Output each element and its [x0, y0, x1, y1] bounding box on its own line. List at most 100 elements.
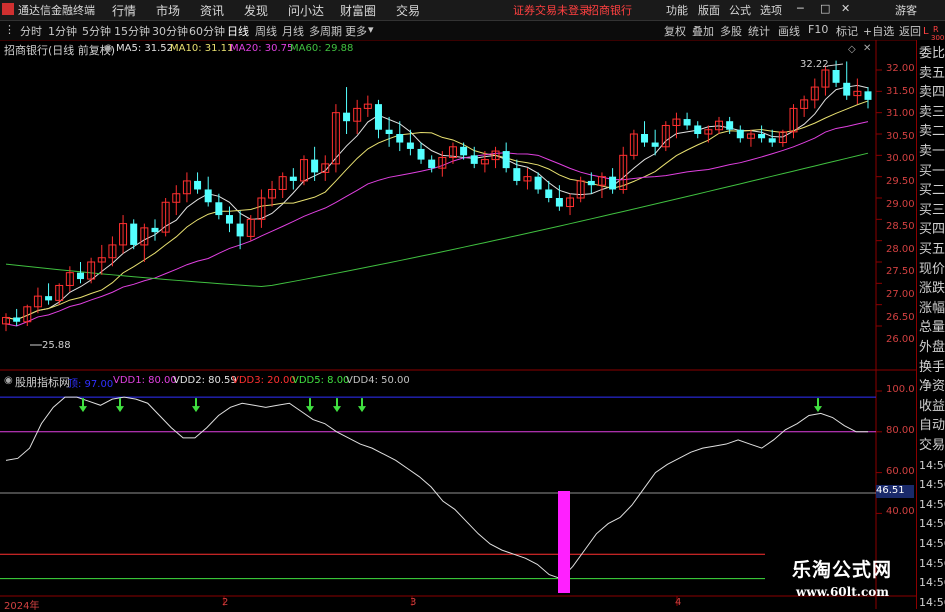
side-item: 涨幅 [919, 300, 945, 316]
panel-close-icon[interactable]: ✕ [863, 43, 871, 54]
candle-body-down [406, 142, 414, 149]
menu-item-layout[interactable]: 版面 [698, 2, 720, 18]
candle-body-down [513, 168, 521, 181]
side-item: 卖三 [919, 104, 945, 120]
tab-1min[interactable]: 1分钟 [48, 23, 77, 39]
minimize-icon[interactable]: ─ [797, 2, 804, 15]
menu-item-wealth[interactable]: 财富圈 [340, 2, 376, 19]
x-label-feb: 2 [222, 597, 229, 608]
side-item: 14:56 [919, 537, 945, 550]
candle-body-down [768, 138, 776, 143]
tab-15min[interactable]: 15分钟 [114, 23, 150, 39]
add-watchlist-button[interactable]: +自选 [863, 23, 894, 39]
menu-item-discover[interactable]: 发现 [244, 2, 268, 19]
indicator-current-value: 46.51 [876, 485, 914, 498]
candle-body-down [289, 176, 297, 181]
side-item: 委比 [919, 46, 945, 61]
price-y-tick: 28.50 [886, 221, 915, 233]
side-item: 14:56 [919, 478, 945, 492]
side-item: 自动 [919, 418, 945, 434]
price-panel-title: 招商银行(日线 前复权) [4, 44, 116, 57]
chevron-down-icon[interactable]: ▾ [368, 23, 374, 36]
down-arrow-icon [192, 406, 200, 413]
candle-body-down [736, 129, 744, 139]
down-arrow-icon [306, 406, 314, 413]
f10-button[interactable]: F10 [808, 23, 828, 36]
diamond-icon[interactable]: ◇ [848, 44, 856, 55]
price-y-tick: 31.00 [886, 108, 915, 120]
login-notice[interactable]: 证券交易未登录 [513, 2, 590, 18]
draw-line-button[interactable]: 画线 [778, 23, 800, 39]
tab-30min[interactable]: 30分钟 [152, 23, 188, 39]
price-y-tick: 27.00 [886, 289, 915, 300]
ind-vdd4-label: VDD4: 50.00 [346, 375, 410, 386]
ma60-label: MA60: 29.88 [290, 43, 354, 54]
maximize-icon[interactable]: □ [820, 2, 830, 15]
side-item: 14:56 [919, 576, 945, 590]
candle-body-down [428, 159, 436, 169]
quote-side-panel: L R 300 委比 卖五 卖四 卖三 卖二 卖一 买一 买二 买三 买四 买五 现价 涨跌 涨幅 总量 外盘… [916, 25, 945, 609]
guest-label[interactable]: 游客 [895, 2, 917, 18]
high-price-mark: 32.22 [800, 59, 829, 70]
menu-item-options[interactable]: 选项 [760, 2, 782, 18]
side-item: 卖二 [919, 124, 945, 140]
tab-daily[interactable]: 日线 [227, 23, 249, 39]
tab-multi-period[interactable]: 多周期 [309, 23, 342, 39]
ind-top-label: 顶: 97.00 [68, 379, 114, 390]
multi-stock-button[interactable]: 多股 [720, 23, 742, 39]
tab-more[interactable]: 更多 [345, 23, 367, 39]
buy-signal-bar [558, 491, 570, 593]
side-item: 买五 [919, 242, 945, 257]
side-item: 总量 [919, 320, 945, 336]
price-y-tick: 30.00 [886, 153, 915, 165]
down-arrow-icon [814, 406, 822, 413]
tab-monthly[interactable]: 月线 [282, 23, 304, 39]
tab-intraday[interactable]: 分时 [20, 23, 42, 39]
low-price-mark: 25.88 [42, 340, 71, 351]
side-item: 14:56 [919, 517, 945, 531]
side-top-num: 300 [931, 34, 945, 42]
toolbar-menu-icon[interactable]: ⋮ [4, 23, 15, 36]
candle-body-down [534, 176, 542, 190]
x-label-apr: 4 [675, 597, 682, 608]
candle-body-down [13, 317, 21, 322]
menu-item-quotes[interactable]: 行情 [112, 2, 136, 19]
adjust-button[interactable]: 复权 [664, 23, 686, 39]
ma60-line [5, 152, 869, 288]
mark-button[interactable]: 标记 [836, 23, 858, 39]
menu-bar: 通达信金融终端 行情 市场 资讯 发现 问小达 财富圈 交易 证券交易未登录 招… [0, 0, 945, 21]
chart-area[interactable] [0, 40, 916, 609]
price-y-tick: 32.00 [886, 63, 915, 74]
ma5-line [5, 84, 869, 321]
back-button[interactable]: 返回 [899, 23, 921, 39]
side-top-mark: L [923, 26, 929, 37]
candlesticks [2, 60, 872, 332]
side-item: 现价 [919, 261, 945, 277]
ind-vdd5-label: VDD5: 8.00 [292, 375, 350, 386]
overlay-button[interactable]: 叠加 [692, 23, 714, 39]
candle-body-down [130, 223, 138, 245]
candle-body-down [343, 112, 351, 122]
watermark-title: 乐淘公式网 [792, 559, 893, 581]
candle-body-down [555, 198, 563, 207]
candle-body-down [545, 189, 553, 198]
tab-60min[interactable]: 60分钟 [189, 23, 225, 39]
period-toolbar: ⋮ 分时 1分钟 5分钟 15分钟 30分钟 60分钟 日线 周线 月线 多周期… [0, 21, 945, 41]
indicator-settings-icon[interactable]: ◉ [4, 375, 13, 386]
settings-dot-icon[interactable]: ◉ [104, 43, 113, 54]
menu-item-ask[interactable]: 问小达 [288, 2, 324, 19]
candle-body-down [417, 148, 425, 160]
high-marker-line [826, 63, 844, 67]
tab-weekly[interactable]: 周线 [255, 23, 277, 39]
menu-item-news[interactable]: 资讯 [200, 2, 224, 19]
candle-body-down [587, 180, 595, 186]
menu-item-trade[interactable]: 交易 [396, 2, 420, 19]
menu-item-function[interactable]: 功能 [666, 2, 688, 18]
stats-button[interactable]: 统计 [748, 23, 770, 39]
candle-body-down [470, 155, 478, 164]
tab-5min[interactable]: 5分钟 [82, 23, 111, 39]
menu-item-market[interactable]: 市场 [156, 2, 180, 19]
close-icon[interactable]: ✕ [841, 2, 850, 15]
menu-item-formula[interactable]: 公式 [729, 2, 751, 18]
indicator-y-tick: 40.00 [886, 506, 915, 518]
